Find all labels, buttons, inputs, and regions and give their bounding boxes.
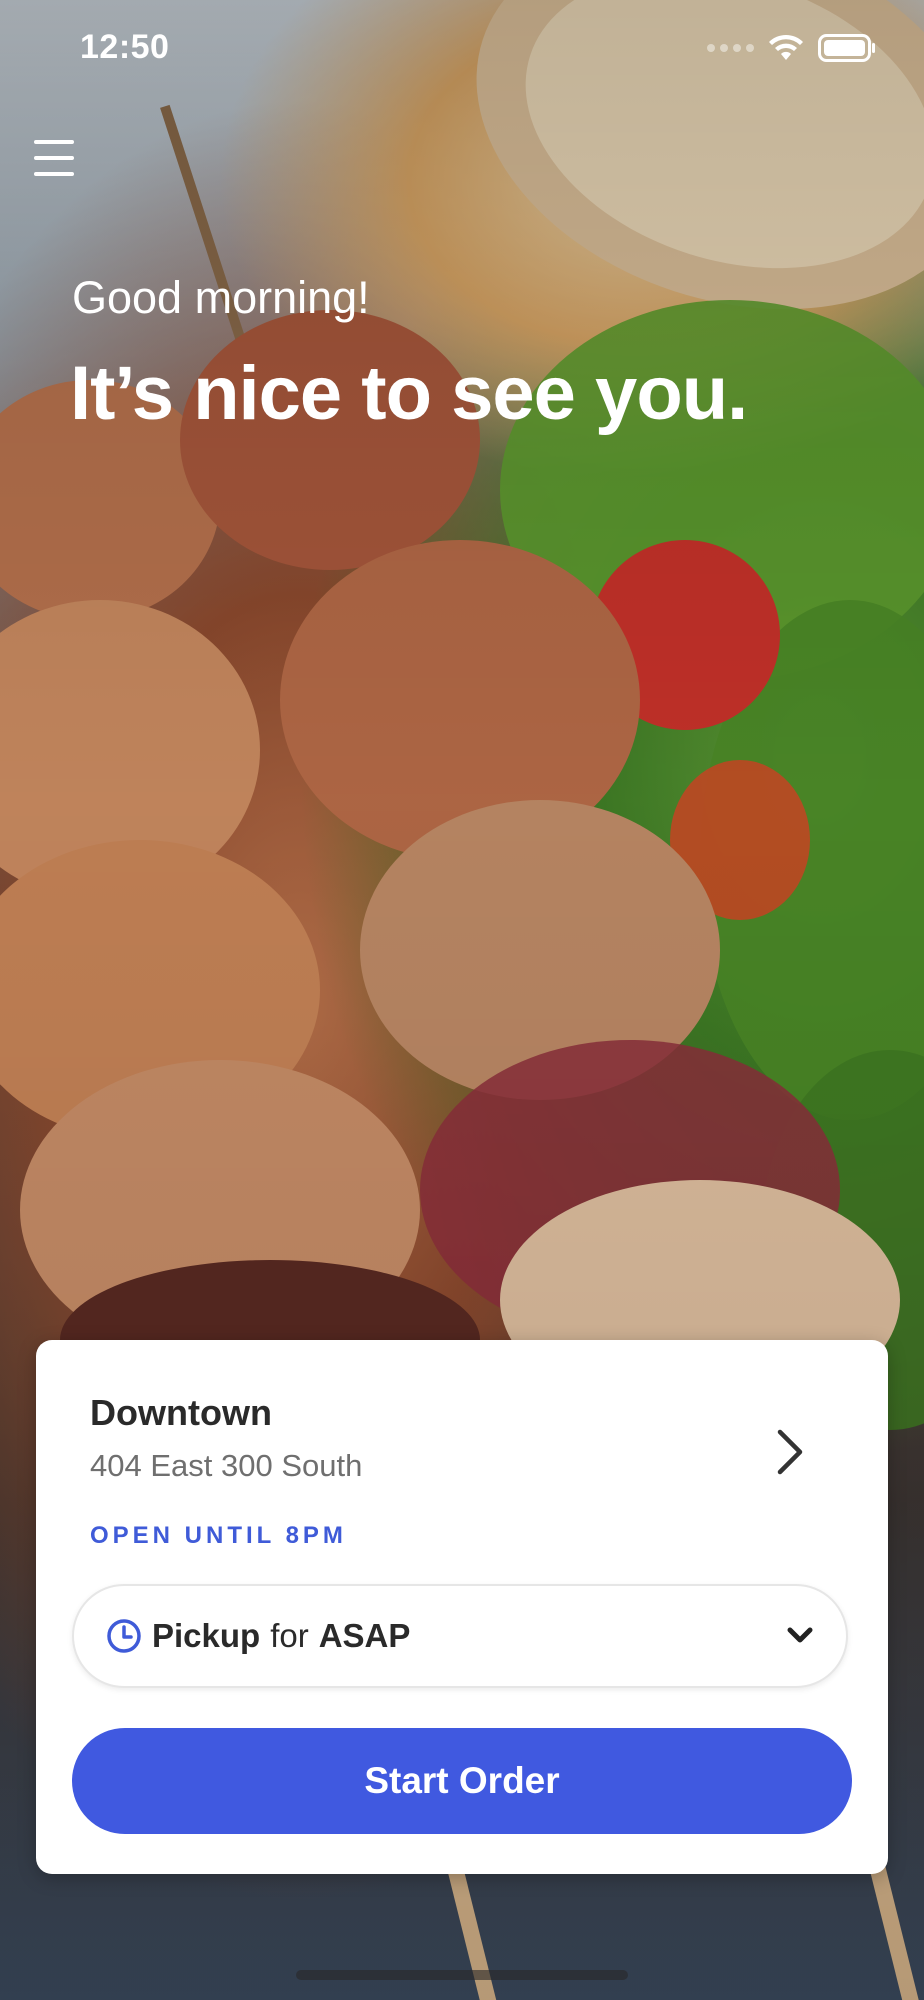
location-selector[interactable]: Downtown 404 East 300 South — [90, 1392, 850, 1484]
chevron-down-icon — [787, 1627, 813, 1643]
cellular-signal-icon — [707, 44, 754, 52]
wifi-icon — [769, 34, 803, 60]
status-bar: 12:50 — [0, 0, 924, 100]
order-mode: Pickup — [152, 1617, 261, 1654]
order-mode-connector: for — [270, 1617, 309, 1654]
clock-icon — [107, 1619, 141, 1653]
greeting-subtitle: Good morning! — [72, 272, 370, 323]
location-card: Downtown 404 East 300 South OPEN UNTIL 8… — [36, 1340, 888, 1874]
battery-icon — [818, 34, 875, 62]
location-name: Downtown — [90, 1392, 272, 1433]
order-time: ASAP — [318, 1617, 411, 1654]
pickup-time-dropdown[interactable]: Pickup for ASAP — [72, 1584, 848, 1688]
home-indicator[interactable] — [296, 1970, 628, 1980]
start-order-button[interactable]: Start Order — [72, 1728, 852, 1834]
chevron-right-icon — [777, 1429, 803, 1475]
status-icons — [707, 34, 876, 62]
open-status-label: OPEN UNTIL 8PM — [90, 1522, 347, 1549]
status-time: 12:50 — [80, 28, 170, 66]
hamburger-menu-icon[interactable] — [34, 140, 74, 176]
location-address: 404 East 300 South — [90, 1448, 363, 1483]
pickup-text: Pickup for ASAP — [152, 1617, 410, 1655]
greeting-headline: It’s nice to see you. — [70, 351, 748, 436]
